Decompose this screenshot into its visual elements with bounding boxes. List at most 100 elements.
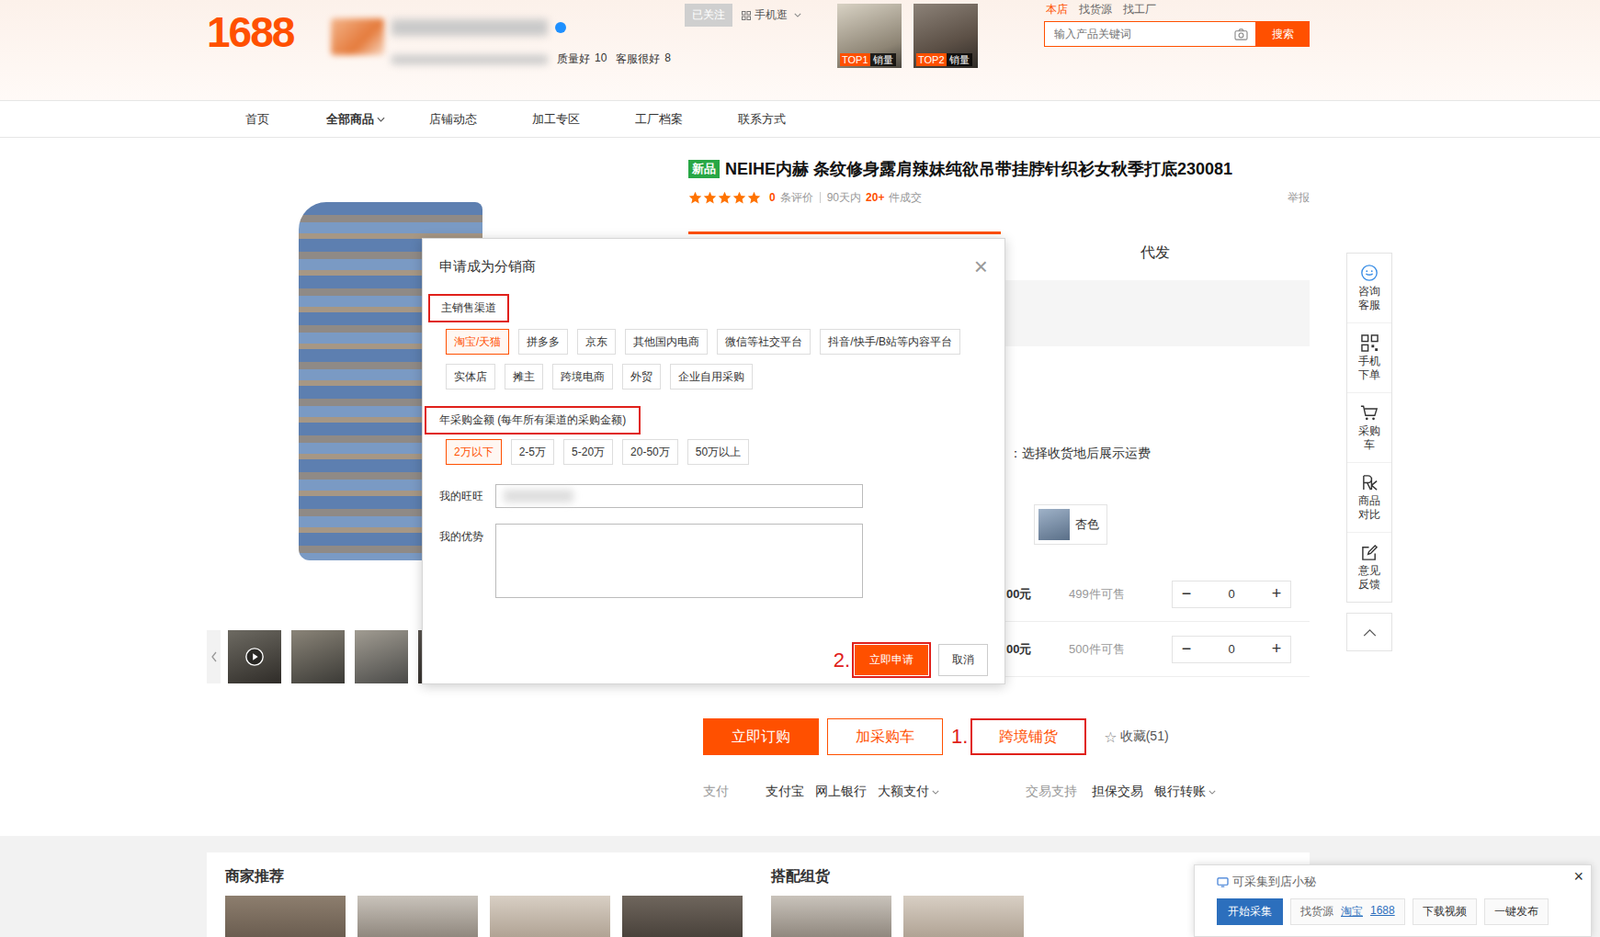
new-badge: 新品 xyxy=(688,159,720,179)
caret-icon xyxy=(376,116,386,123)
amount-tag[interactable]: 50万以上 xyxy=(687,439,749,466)
payment-method[interactable]: 大额支付 xyxy=(877,783,940,801)
publish-button[interactable]: 一键发布 xyxy=(1484,898,1549,926)
advantage-textarea[interactable] xyxy=(495,523,863,599)
step-label: 1. xyxy=(951,725,968,749)
plus-button[interactable]: + xyxy=(1262,639,1291,659)
amount-tag[interactable]: 2万以下 xyxy=(445,439,502,466)
search-button[interactable]: 搜索 xyxy=(1256,21,1310,47)
close-button[interactable]: × xyxy=(974,254,988,279)
nav-item[interactable]: 联系方式 xyxy=(737,111,841,128)
side-tool[interactable]: 手机下单 xyxy=(1347,323,1392,394)
action-button[interactable]: 加采购车 xyxy=(827,718,943,756)
search: 本店找货源找工厂 搜索 xyxy=(1043,1,1310,47)
shop-avatar[interactable] xyxy=(330,18,385,56)
purchase-tab[interactable]: 代发 xyxy=(1000,231,1310,273)
channel-tag[interactable]: 外贸 xyxy=(622,363,661,390)
grid-icon xyxy=(741,11,751,21)
amount-tag[interactable]: 2-5万 xyxy=(510,439,555,466)
source-links: 找货源 淘宝1688 xyxy=(1290,898,1406,926)
trade-method[interactable]: 银行转账 xyxy=(1154,783,1216,801)
channel-tag[interactable]: 跨境电商 xyxy=(552,363,613,390)
side-tool[interactable]: 意见反馈 xyxy=(1347,533,1392,602)
camera-icon[interactable] xyxy=(1234,28,1249,41)
nav-item[interactable]: 加工专区 xyxy=(532,111,636,128)
mobile-link[interactable]: 手机逛 xyxy=(741,7,802,23)
color-option[interactable]: 杏色 xyxy=(1033,504,1108,545)
product-title: NEIHE内赫 条纹修身露肩辣妹纯欲吊带挂脖针织衫女秋季打底230081 xyxy=(725,158,1233,181)
action-button[interactable]: 跨境铺货 xyxy=(970,718,1087,756)
compare-icon xyxy=(1361,474,1379,492)
channel-tag[interactable]: 京东 xyxy=(577,329,616,355)
search-tab[interactable]: 本店 xyxy=(1045,1,1068,18)
search-input[interactable] xyxy=(1044,27,1235,41)
report-link[interactable]: 举报 xyxy=(1287,190,1310,206)
search-tab[interactable]: 找货源 xyxy=(1078,1,1113,18)
top-item[interactable]: TOP2销量 xyxy=(913,3,978,69)
wangwang-input[interactable] xyxy=(495,484,863,509)
close-button[interactable]: × xyxy=(1573,867,1584,887)
amount-tag[interactable]: 5-20万 xyxy=(563,439,613,466)
search-tab[interactable]: 找工厂 xyxy=(1123,1,1157,18)
payment-method[interactable]: 网上银行 xyxy=(815,783,867,801)
quantity-stepper: − 0 + xyxy=(1171,580,1292,609)
submit-button[interactable]: 立即申请 xyxy=(854,645,929,676)
shop-name[interactable] xyxy=(391,19,548,36)
recommend-item[interactable] xyxy=(903,896,1024,937)
source-link[interactable]: 1688 xyxy=(1370,904,1396,920)
thumbnail[interactable] xyxy=(291,630,345,684)
channel-tag[interactable]: 微信等社交平台 xyxy=(716,329,811,355)
side-tool[interactable]: 咨询客服 xyxy=(1347,253,1392,324)
back-to-top-button[interactable] xyxy=(1346,612,1393,652)
plus-button[interactable]: + xyxy=(1262,584,1291,604)
thumbnail[interactable] xyxy=(227,630,282,684)
nav-item[interactable]: 工厂档案 xyxy=(635,111,738,128)
download-video-button[interactable]: 下载视频 xyxy=(1412,898,1477,926)
start-collect-button[interactable]: 开始采集 xyxy=(1216,898,1283,926)
minus-button[interactable]: − xyxy=(1172,639,1201,659)
thumbnail[interactable] xyxy=(354,630,409,684)
quantity-input[interactable]: 0 xyxy=(1200,642,1263,657)
review-count[interactable]: 0 xyxy=(769,191,776,205)
chevron-up-icon xyxy=(1362,628,1377,637)
minus-button[interactable]: − xyxy=(1172,584,1201,604)
recommend-section: 商家推荐 xyxy=(225,867,772,937)
nav-item[interactable]: 全部商品 xyxy=(326,111,430,128)
side-tool[interactable]: 采购车 xyxy=(1347,393,1392,464)
recommend-item[interactable] xyxy=(225,896,346,937)
distributor-dialog: 申请成为分销商 × 主销售渠道 淘宝/天猫拼多多京东其他国内电商微信等社交平台抖… xyxy=(421,238,1006,685)
top-item[interactable]: TOP1销量 xyxy=(837,3,902,69)
star-icon xyxy=(688,191,703,205)
channel-tag[interactable]: 其他国内电商 xyxy=(624,329,708,355)
thumb-prev-button[interactable] xyxy=(206,630,221,684)
action-button[interactable]: 立即订购 xyxy=(703,718,819,756)
channel-tag[interactable]: 拼多多 xyxy=(518,329,568,355)
service-icon xyxy=(1360,263,1379,283)
payment-method[interactable]: 支付宝 xyxy=(765,783,805,801)
channel-tag[interactable]: 抖音/快手/B站等内容平台 xyxy=(819,329,961,355)
channel-tag[interactable]: 实体店 xyxy=(445,363,496,390)
nav-item[interactable]: 首页 xyxy=(245,111,327,128)
chevron-left-icon xyxy=(211,651,217,663)
amount-tag[interactable]: 20-50万 xyxy=(622,439,679,466)
channel-tag[interactable]: 淘宝/天猫 xyxy=(445,329,510,355)
side-tool[interactable]: 商品对比 xyxy=(1347,463,1392,534)
channel-tag[interactable]: 企业自用采购 xyxy=(669,363,753,390)
favorite-button[interactable]: ☆收藏(51) xyxy=(1103,728,1169,747)
recommend-item[interactable] xyxy=(622,896,743,937)
action-bar: 立即订购 加采购车 1. 跨境铺货 ☆收藏(51) xyxy=(688,718,1310,756)
logo[interactable]: 1688 xyxy=(206,9,331,56)
channel-tag[interactable]: 摊主 xyxy=(504,363,544,390)
qrcode-icon xyxy=(1361,334,1379,352)
star-icon xyxy=(732,191,747,205)
follow-button[interactable]: 已关注 xyxy=(684,3,733,27)
recommend-item[interactable] xyxy=(357,896,478,937)
nav-item[interactable]: 店铺动态 xyxy=(429,111,533,128)
recommend-item[interactable] xyxy=(489,896,611,937)
product-page: 1688 质量好10客服很好8 已关注 手机逛 TOP1销量TOP2销量 本店找… xyxy=(0,0,1600,937)
trade-method[interactable]: 担保交易 xyxy=(1091,783,1144,801)
quantity-input[interactable]: 0 xyxy=(1200,587,1263,602)
recommend-item[interactable] xyxy=(771,896,892,937)
cancel-button[interactable]: 取消 xyxy=(938,644,988,677)
source-link[interactable]: 淘宝 xyxy=(1340,904,1363,920)
